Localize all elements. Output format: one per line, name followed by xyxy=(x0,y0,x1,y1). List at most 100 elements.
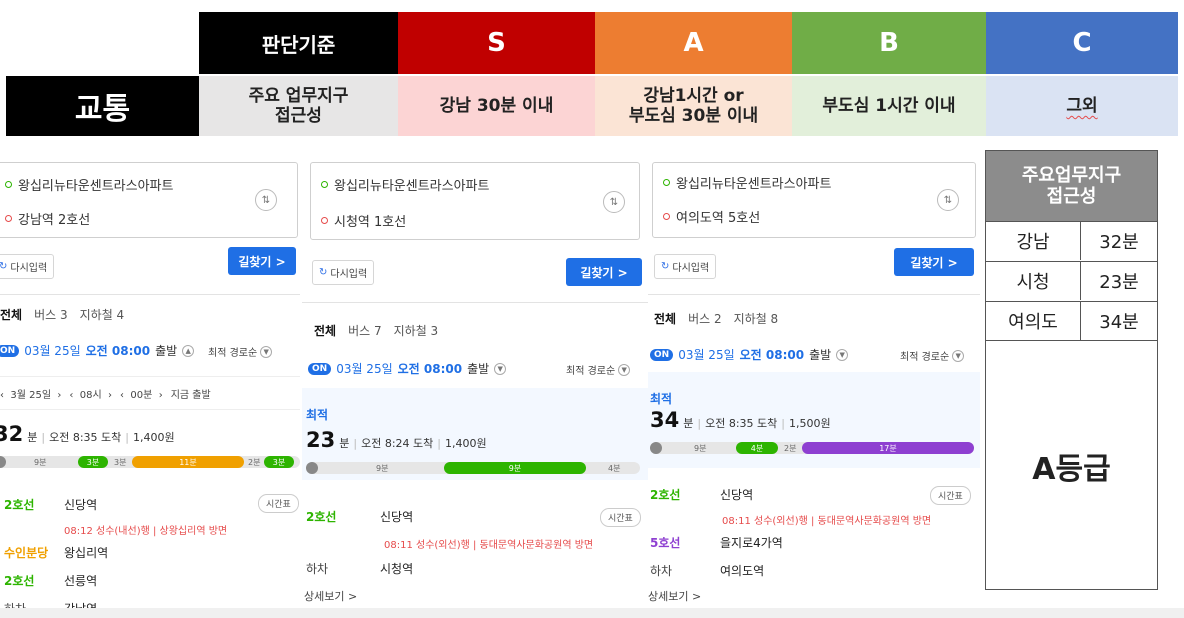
detail-link[interactable]: 상세보기 > xyxy=(648,588,701,604)
tab-all[interactable]: 전체 xyxy=(0,306,22,323)
tab-all[interactable]: 전체 xyxy=(654,310,676,327)
criteria-header: 판단기준 xyxy=(199,12,398,74)
arrival-time: 오전 8:24 도착 xyxy=(361,437,434,450)
picker-minute[interactable]: ‹ 00분 › xyxy=(120,386,163,401)
panel-divider xyxy=(302,302,648,303)
origin-field[interactable]: 왕십리뉴타운센트라스아파트 xyxy=(5,175,173,194)
departure-label: 출발 xyxy=(809,348,832,362)
find-route-button[interactable]: 길찾기 > xyxy=(894,248,974,276)
grade-c-header: C xyxy=(986,12,1178,74)
step-line: 2호선 xyxy=(306,510,337,524)
reset-button[interactable]: ↻ 다시입력 xyxy=(654,254,717,279)
departure-row[interactable]: ON 03월 25일 오전 08:00 출발 ▼ xyxy=(308,360,507,377)
duration-unit: 분 xyxy=(683,417,694,430)
detail-link[interactable]: 상세보기 > xyxy=(304,588,357,604)
fare: 1,400원 xyxy=(444,437,487,450)
route-summary: 23 분 | 오전 8:24 도착 | 1,400원 xyxy=(306,428,487,452)
route-step: 수인분당 왕십리역 xyxy=(4,544,108,561)
duration-minutes: 32 xyxy=(0,422,24,446)
duration-unit: 분 xyxy=(339,437,350,450)
route-input-box: 왕십리뉴타운센트라스아파트 시청역 1호선 ⇅ xyxy=(310,162,640,240)
grade-s-desc-label: 강남 30분 이내 xyxy=(439,96,554,116)
chevron-down-icon[interactable]: ▼ xyxy=(494,362,507,375)
tab-subway[interactable]: 지하철 3 xyxy=(394,322,439,339)
tab-all[interactable]: 전체 xyxy=(314,322,336,339)
grade-a-label: A xyxy=(683,28,704,58)
reset-label: 다시입력 xyxy=(10,263,48,274)
route-step: 2호선 신당역 xyxy=(306,508,413,525)
walk-duration: 9분 xyxy=(376,464,389,473)
summary-row: 시청 23분 xyxy=(986,261,1157,300)
bar-segment-transfer: 3분 xyxy=(114,458,127,467)
summary-place: 여의도 xyxy=(986,302,1081,340)
picker-now[interactable]: 지금 출발 xyxy=(171,386,211,401)
tab-bus[interactable]: 버스 2 xyxy=(688,310,722,327)
swap-icon[interactable]: ⇅ xyxy=(255,189,277,211)
grade-c-desc-label: 그외 xyxy=(1066,96,1098,116)
tab-bus[interactable]: 버스 3 xyxy=(34,306,68,323)
route-step: 5호선 을지로4가역 xyxy=(650,534,783,551)
bar-segment-walk: 4분 xyxy=(608,464,621,473)
fare: 1,400원 xyxy=(132,431,175,444)
swap-icon[interactable]: ⇅ xyxy=(603,191,625,213)
grade-b-header: B xyxy=(792,12,986,74)
chevron-up-icon[interactable]: ▲ xyxy=(182,344,195,357)
timetable-button[interactable]: 시간표 xyxy=(600,508,641,527)
destination-field[interactable]: 강남역 2호선 xyxy=(5,209,90,228)
sort-dropdown[interactable]: 최적 경로순 ▼ xyxy=(566,362,631,377)
origin-field[interactable]: 왕십리뉴타운센트라스아파트 xyxy=(321,175,489,194)
chevron-down-icon[interactable]: ▼ xyxy=(836,348,849,361)
bar-segment-line5: 17분 xyxy=(802,442,974,454)
destination-field[interactable]: 여의도역 5호선 xyxy=(663,207,760,226)
swap-icon[interactable]: ⇅ xyxy=(937,189,959,211)
reset-label: 다시입력 xyxy=(330,269,368,280)
route-step: 하차 시청역 xyxy=(306,560,413,577)
find-route-button[interactable]: 길찾기 > xyxy=(566,258,642,286)
origin-dot-icon xyxy=(663,179,670,186)
tab-subway[interactable]: 지하철 8 xyxy=(734,310,779,327)
tab-subway[interactable]: 지하철 4 xyxy=(80,306,125,323)
grade-s-desc: 강남 30분 이내 xyxy=(398,76,595,136)
origin-field[interactable]: 왕십리뉴타운센트라스아파트 xyxy=(663,173,831,192)
duration-minutes: 34 xyxy=(650,408,680,432)
arrival-time: 오전 8:35 도착 xyxy=(49,431,122,444)
walk-icon xyxy=(0,456,6,468)
grade-a-header: A xyxy=(595,12,792,74)
route-summary[interactable]: 32 분 | 오전 8:35 도착 | 1,400원 xyxy=(0,422,175,446)
category-label: 교통 xyxy=(74,92,131,127)
sort-dropdown[interactable]: 최적 경로순 ▼ xyxy=(208,344,273,359)
step-station: 여의도역 xyxy=(720,564,765,578)
grade-c-label: C xyxy=(1072,28,1092,58)
grade-a-desc: 강남1시간 or 부도심 30분 이내 xyxy=(595,76,792,136)
departure-row[interactable]: ON 03월 25일 오전 08:00 출발 ▲ xyxy=(0,342,195,359)
picker-date[interactable]: ‹ 3월 25일 › xyxy=(0,386,61,401)
picker-hour[interactable]: ‹ 08시 › xyxy=(69,386,112,401)
timetable-button[interactable]: 시간표 xyxy=(930,486,971,505)
time-picker: ‹ 3월 25일 › ‹ 08시 › ‹ 00분 › 지금 출발 xyxy=(0,376,300,410)
destination-dot-icon xyxy=(5,215,12,222)
summary-grade: A등급 xyxy=(986,340,1157,590)
tab-bus[interactable]: 버스 7 xyxy=(348,322,382,339)
departure-time: 오전 08:00 xyxy=(85,344,151,358)
summary-place: 강남 xyxy=(986,222,1081,260)
criterion-label: 주요 업무지구 접근성 xyxy=(248,86,349,126)
summary-row: 여의도 34분 xyxy=(986,301,1157,340)
reset-button[interactable]: ↻ 다시입력 xyxy=(0,254,55,279)
panel-divider xyxy=(0,294,300,295)
refresh-icon: ↻ xyxy=(319,267,328,278)
departure-row[interactable]: ON 03월 25일 오전 08:00 출발 ▼ xyxy=(650,346,849,363)
departure-date: 03월 25일 xyxy=(678,348,735,362)
best-badge: 최적 xyxy=(306,408,329,422)
find-route-button[interactable]: 길찾기 > xyxy=(228,247,296,275)
origin-text: 왕십리뉴타운센트라스아파트 xyxy=(18,179,174,194)
timetable-button[interactable]: 시간표 xyxy=(258,494,299,513)
route-step: 하차 여의도역 xyxy=(650,562,764,579)
refresh-icon: ↻ xyxy=(661,261,670,272)
bar-segment-subway-2: 3분 xyxy=(264,456,294,468)
reset-label: 다시입력 xyxy=(672,263,710,274)
reset-button[interactable]: ↻ 다시입력 xyxy=(312,260,375,285)
destination-field[interactable]: 시청역 1호선 xyxy=(321,211,406,230)
route-bar: 9분 4분 2분 17분 xyxy=(650,442,974,454)
sort-dropdown[interactable]: 최적 경로순 ▼ xyxy=(900,348,965,363)
step-detail-text: 08:12 성수(내선)행 | 상왕십리역 방면 xyxy=(64,526,228,537)
